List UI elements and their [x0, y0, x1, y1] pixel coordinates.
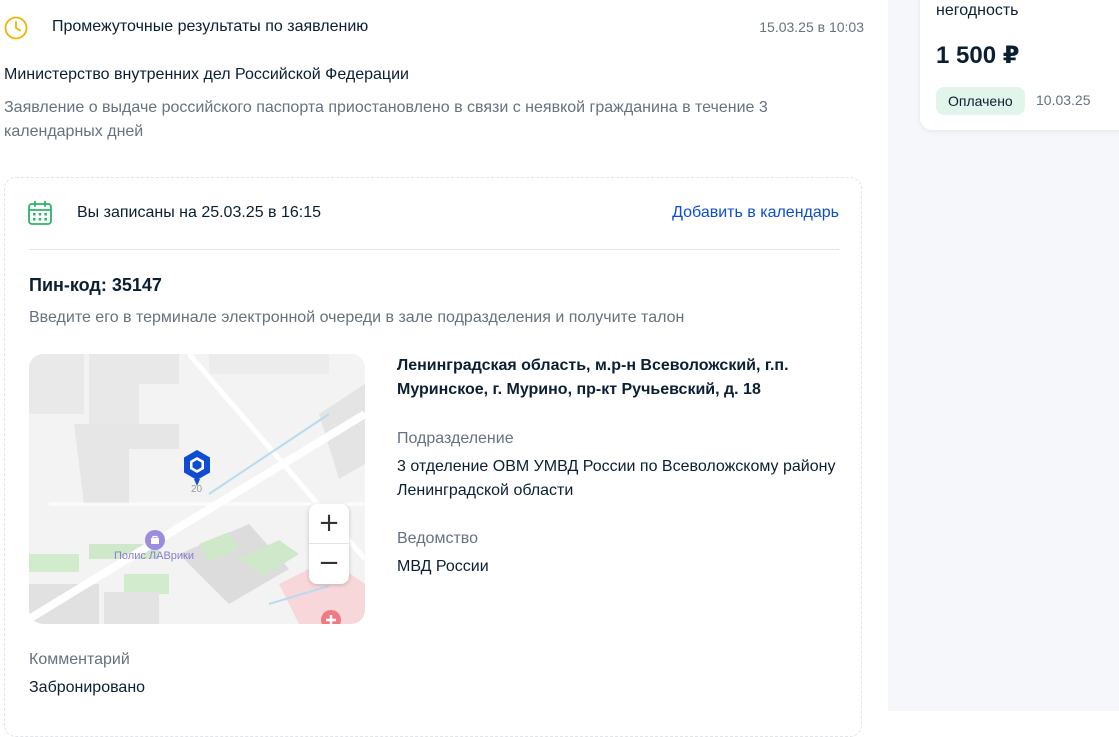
- shop-poi-icon: [145, 530, 165, 550]
- side-panel: негодность 1 500 ₽ Оплачено 10.03.25: [888, 0, 1119, 711]
- comment-label: Комментарий: [29, 651, 130, 668]
- payment-amount: 1 500 ₽: [936, 42, 1020, 69]
- medical-poi-icon: [321, 610, 341, 624]
- department-label: Подразделение: [397, 430, 514, 447]
- organization-name: Министерство внутренних дел Российской Ф…: [4, 66, 409, 83]
- location-map[interactable]: 20 Полис ЛАВрики + −: [29, 354, 365, 624]
- status-title: Промежуточные результаты по заявлению: [52, 18, 369, 35]
- application-main: Промежуточные результаты по заявлению 15…: [0, 0, 888, 737]
- location-marker-icon[interactable]: [181, 448, 213, 488]
- map-zoom-control: + −: [309, 504, 349, 584]
- poi-label: Полис ЛАВрики: [114, 550, 195, 562]
- payment-status-badge: Оплачено: [936, 87, 1025, 115]
- appointment-card: Вы записаны на 25.03.25 в 16:15 Добавить…: [4, 177, 862, 737]
- pin-code: Пин-код: 35147: [29, 275, 162, 295]
- pin-code-hint: Введите его в терминале электронной очер…: [29, 309, 685, 326]
- status-row: Промежуточные результаты по заявлению 15…: [0, 12, 864, 44]
- zoom-out-button[interactable]: −: [309, 544, 349, 584]
- payment-card[interactable]: негодность 1 500 ₽ Оплачено 10.03.25: [920, 0, 1119, 130]
- agency-value: МВД России: [397, 558, 489, 575]
- calendar-icon: [27, 200, 53, 226]
- status-description: Заявление о выдаче российского паспорта …: [4, 99, 768, 140]
- payment-title: негодность: [936, 2, 1019, 19]
- payment-date: 10.03.25: [1036, 92, 1091, 108]
- clock-icon: [4, 16, 28, 40]
- divider: [29, 249, 839, 250]
- agency-label: Ведомство: [397, 530, 478, 547]
- appointment-datetime: Вы записаны на 25.03.25 в 16:15: [77, 204, 322, 221]
- zoom-in-button[interactable]: +: [309, 504, 349, 544]
- building-number-label: 20: [191, 484, 203, 495]
- add-to-calendar-link[interactable]: Добавить в календарь: [672, 204, 839, 222]
- office-address: Ленинградская область, м.р-н Всеволожски…: [397, 357, 789, 398]
- status-time: 15.03.25 в 10:03: [759, 19, 864, 35]
- department-value: 3 отделение ОВМ УМВД России по Всеволожс…: [397, 458, 836, 499]
- comment-value: Забронировано: [29, 679, 146, 696]
